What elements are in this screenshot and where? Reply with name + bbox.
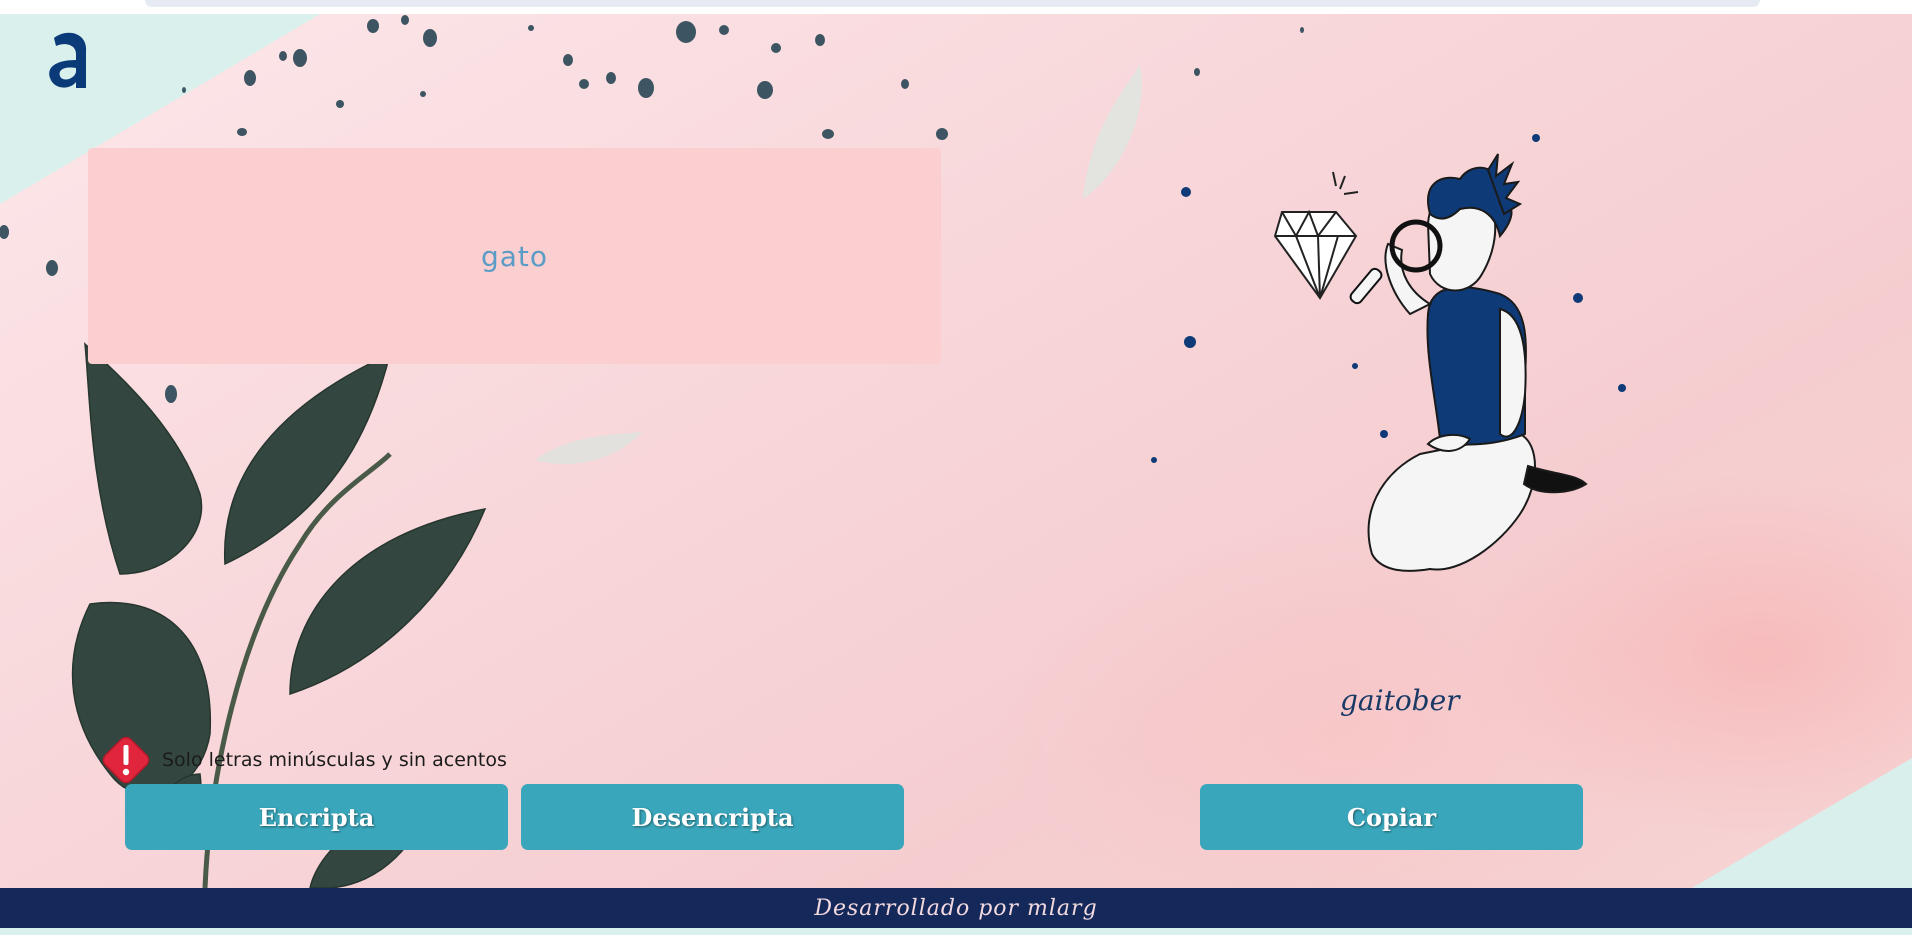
exclamation-icon (102, 736, 150, 784)
logo-icon (49, 32, 87, 88)
main-stage: gato Solo letras minúsculas y sin acento… (0, 14, 1912, 888)
browser-bar (145, 0, 1760, 7)
encrypt-button[interactable]: Encripta (125, 784, 508, 850)
pale-leaf (535, 432, 642, 465)
copy-button[interactable]: Copiar (1200, 784, 1583, 850)
message-input-value: gato (480, 239, 549, 273)
result-text: gaitober (1340, 684, 1460, 717)
input-warning: Solo letras minúsculas y sin acentos (98, 732, 507, 788)
footer-credit: Desarrollado por mlarg (814, 895, 1098, 921)
browser-top-strip (0, 0, 1912, 14)
footer: Desarrollado por mlarg (0, 888, 1912, 928)
decrypt-button[interactable]: Desencripta (521, 784, 904, 850)
pale-leaf (1083, 64, 1142, 199)
bottom-strip (0, 928, 1912, 935)
message-input[interactable]: gato (88, 148, 941, 364)
warning-text: Solo letras minúsculas y sin acentos (162, 749, 507, 771)
